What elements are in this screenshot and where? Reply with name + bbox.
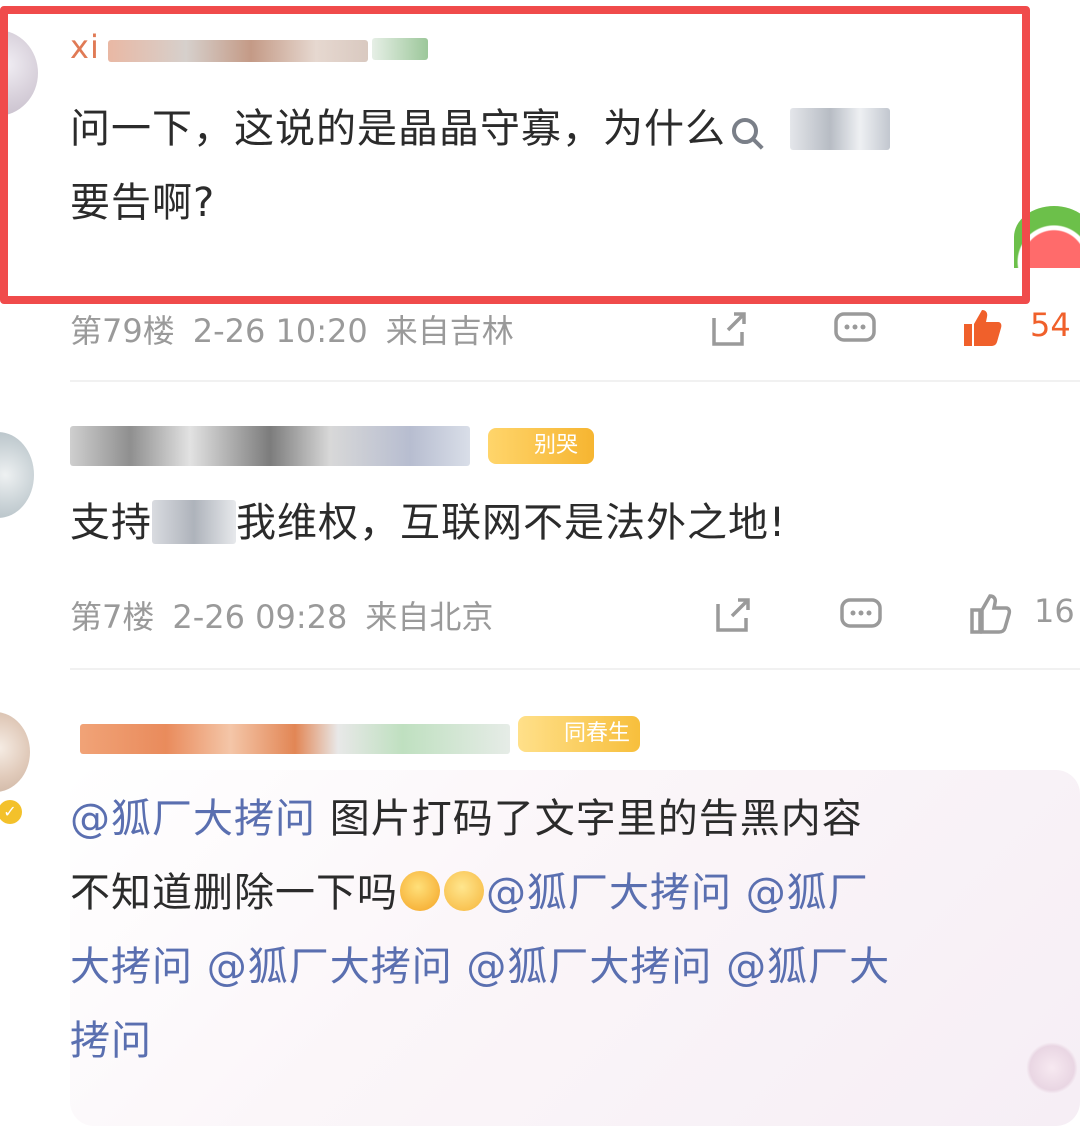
verified-icon: ✓ <box>0 800 22 824</box>
location: 来自北京 <box>365 598 494 636</box>
avatar[interactable] <box>0 712 30 792</box>
floor-label: 第7楼 <box>70 598 155 636</box>
comment-meta: 第7楼 2-26 09:28 来自北京 <box>70 592 511 638</box>
avatar[interactable] <box>0 432 34 518</box>
like-count: 54 <box>1030 306 1071 344</box>
text-mosaic <box>152 500 236 544</box>
comment-text-line2: 不知道删除一下吗 <box>70 870 398 916</box>
badge-label: 别哭 <box>534 433 579 458</box>
highlight-box <box>0 6 1030 304</box>
mention-link[interactable]: @狐厂大拷问 <box>70 796 316 842</box>
timestamp: 2-26 10:20 <box>192 312 368 350</box>
comment-meta: 第79楼 2-26 10:20 来自吉林 <box>70 306 532 352</box>
like-icon[interactable] <box>966 590 1012 636</box>
mention-link[interactable]: @狐厂大拷问 @狐厂 <box>486 870 869 916</box>
share-icon[interactable] <box>710 592 756 638</box>
username-mosaic <box>80 724 510 754</box>
emoji-icon <box>444 871 484 911</box>
level-badge: 别哭 <box>488 428 594 464</box>
divider <box>70 380 1080 382</box>
comment-icon[interactable] <box>832 306 878 352</box>
location: 来自吉林 <box>385 312 514 350</box>
sticker-icon <box>1026 1042 1078 1094</box>
username-mosaic <box>70 426 470 466</box>
comment-text: @狐厂大拷问 图片打码了文字里的告黑内容 不知道删除一下吗 @狐厂大拷问 @狐厂 … <box>70 782 1070 1078</box>
comment-text-start: 支持 <box>70 500 152 546</box>
comment-text-end: 我维权，互联网不是法外之地! <box>236 500 787 546</box>
like-count: 16 <box>1034 592 1075 630</box>
comment-text: 支持 我维权，互联网不是法外之地! <box>70 486 1050 560</box>
comment-text-line1: 图片打码了文字里的告黑内容 <box>316 796 863 842</box>
emoji-icon <box>400 871 440 911</box>
divider <box>70 668 1080 670</box>
badge-label: 同春生 <box>564 721 631 746</box>
level-badge: 同春生 <box>518 716 640 752</box>
mention-link[interactable]: 拷问 <box>70 1018 152 1064</box>
floor-label: 第79楼 <box>70 312 175 350</box>
mention-link[interactable]: 大拷问 @狐厂大拷问 @狐厂大拷问 @狐厂大 <box>70 944 890 990</box>
comment-icon[interactable] <box>838 592 884 638</box>
timestamp: 2-26 09:28 <box>172 598 348 636</box>
share-icon[interactable] <box>706 306 752 352</box>
like-icon[interactable] <box>958 304 1004 350</box>
